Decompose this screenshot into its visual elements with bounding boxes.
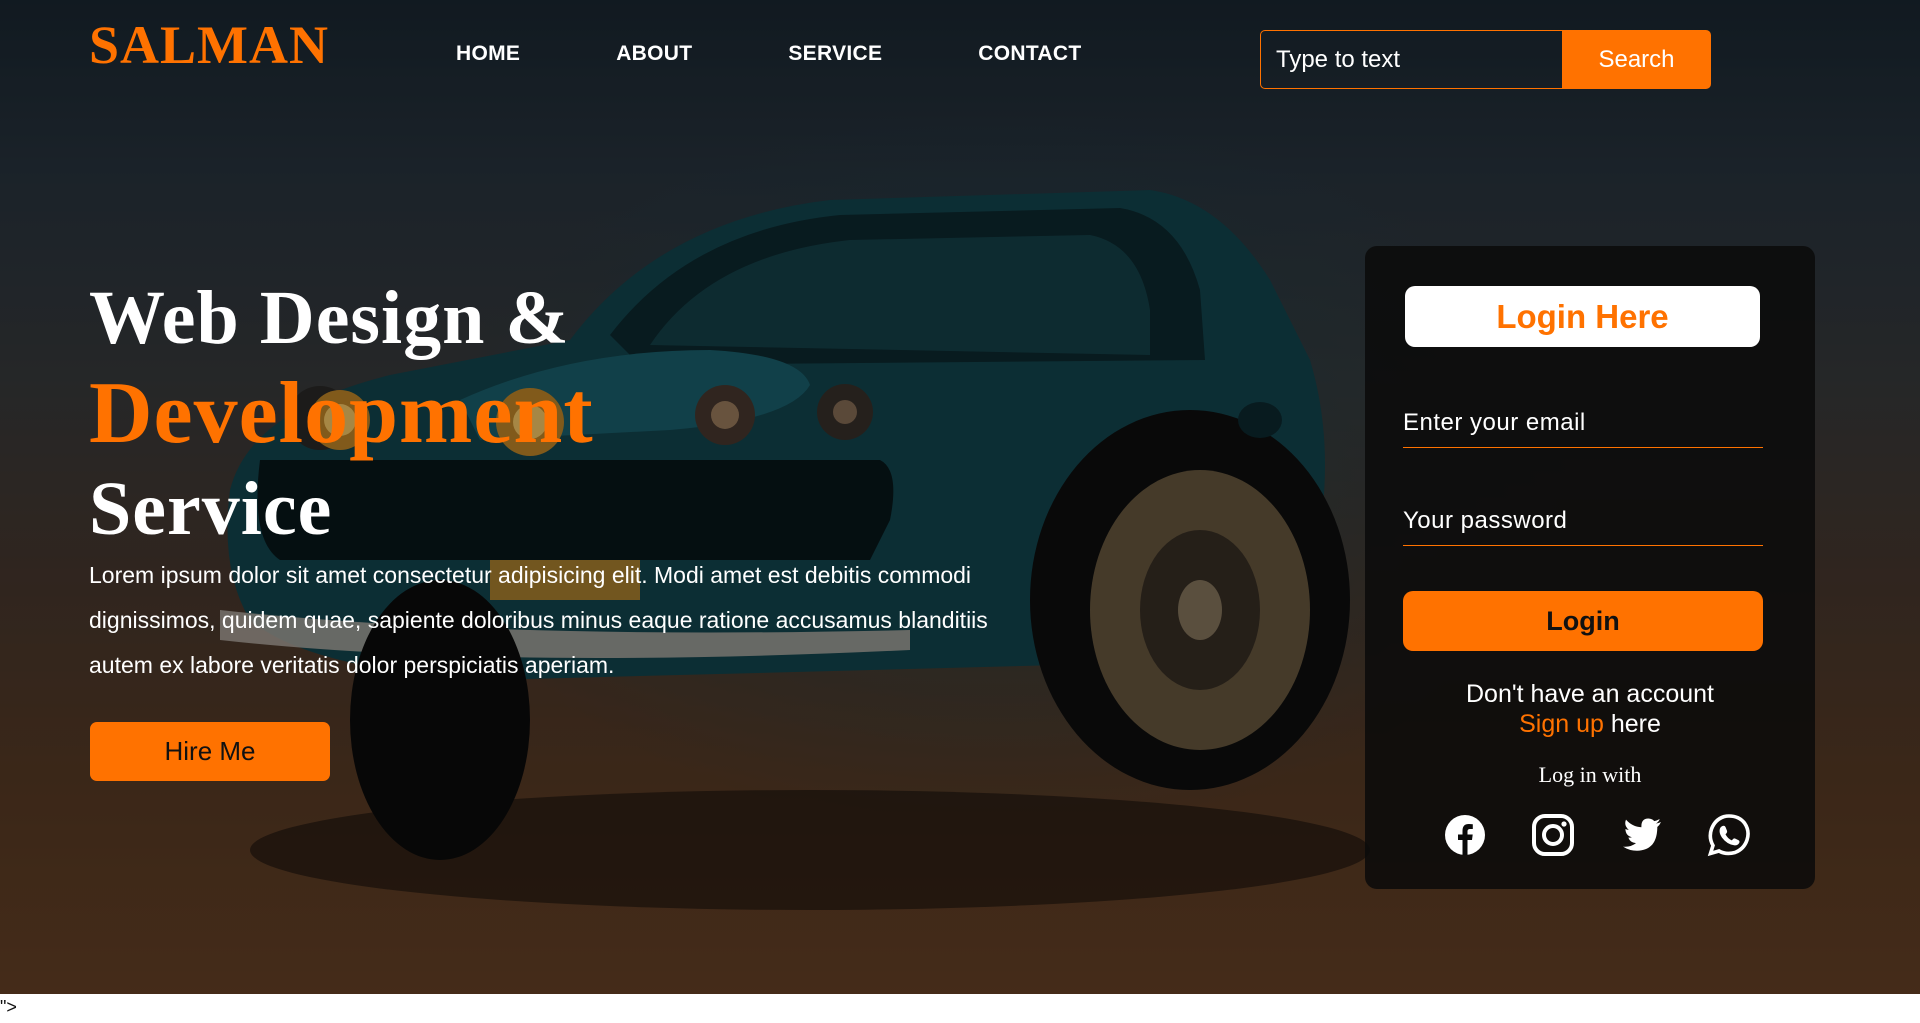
whatsapp-icon[interactable] xyxy=(1707,813,1751,857)
twitter-icon[interactable] xyxy=(1619,813,1663,857)
nav-item-contact[interactable]: CONTACT xyxy=(978,42,1081,66)
social-login-icons xyxy=(1443,813,1795,857)
login-card-title: Login Here xyxy=(1405,286,1760,347)
facebook-icon[interactable] xyxy=(1443,813,1487,857)
nav-item-home[interactable]: HOME xyxy=(456,42,520,66)
signup-suffix: here xyxy=(1610,710,1661,738)
logo: SALMAN xyxy=(89,15,330,75)
stray-text: "> xyxy=(0,997,17,1017)
login-button[interactable]: Login xyxy=(1403,591,1763,651)
nav-item-about[interactable]: ABOUT xyxy=(616,42,692,66)
email-field[interactable] xyxy=(1403,398,1763,448)
headline-line-1: Web Design & xyxy=(89,276,570,360)
hire-me-button[interactable]: Hire Me xyxy=(90,722,330,781)
search-button[interactable]: Search xyxy=(1562,30,1711,89)
hero-headline: Web Design & Development Service xyxy=(89,272,594,554)
login-card: Login Here Login Don't have an account S… xyxy=(1365,246,1815,889)
headline-line-3: Service xyxy=(89,467,333,551)
instagram-icon[interactable] xyxy=(1531,813,1575,857)
nav-item-service[interactable]: SERVICE xyxy=(788,42,882,66)
login-with-label: Log in with xyxy=(1538,762,1642,787)
main-nav: HOME ABOUT SERVICE CONTACT xyxy=(456,42,1178,66)
hero-paragraph: Lorem ipsum dolor sit amet consectetur a… xyxy=(89,562,988,678)
signup-prompt: Don't have an account Sign up here xyxy=(1365,679,1815,739)
signup-link[interactable]: Sign up xyxy=(1519,710,1604,738)
no-account-text: Don't have an account xyxy=(1466,680,1714,708)
search-input[interactable] xyxy=(1260,30,1562,89)
search-bar: Search xyxy=(1260,30,1711,89)
password-field[interactable] xyxy=(1403,496,1763,546)
headline-line-2: Development xyxy=(89,365,594,462)
